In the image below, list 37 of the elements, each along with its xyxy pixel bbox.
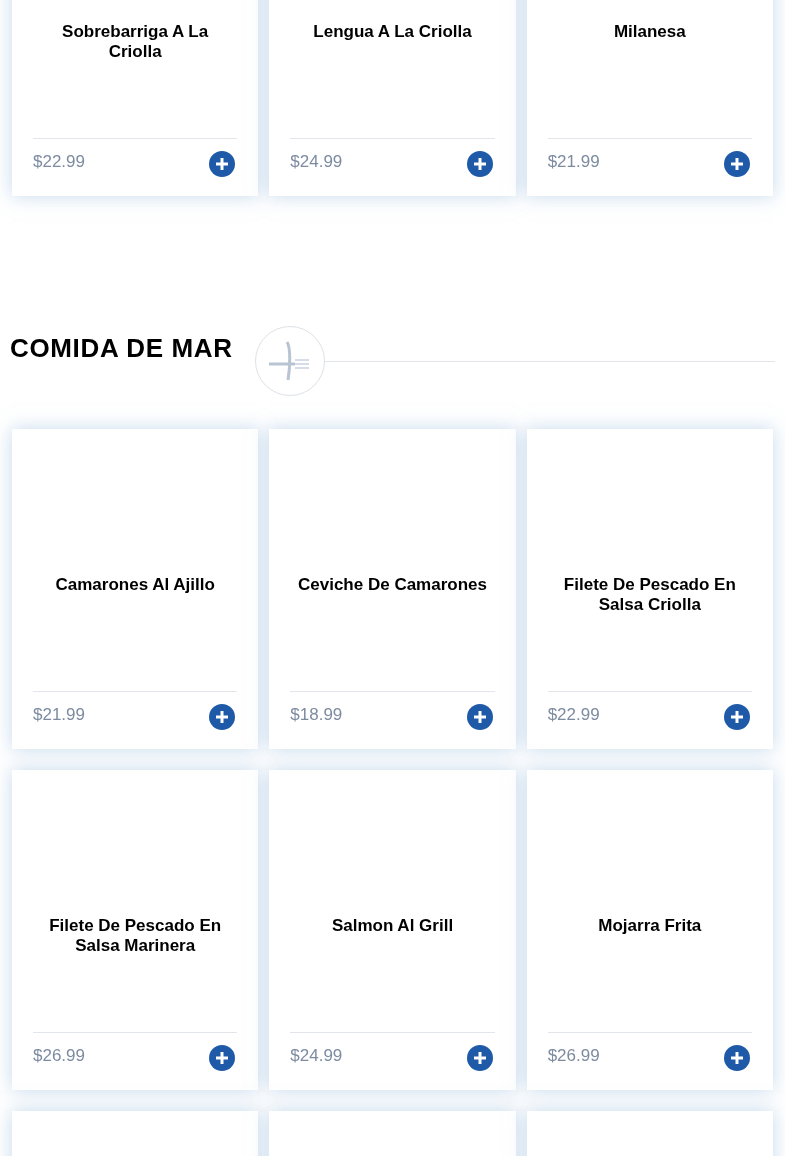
price: $22.99 bbox=[33, 151, 85, 173]
plus-icon bbox=[215, 710, 230, 724]
add-button[interactable] bbox=[209, 151, 236, 177]
plus-icon bbox=[730, 157, 744, 171]
add-button[interactable] bbox=[724, 704, 750, 730]
add-button[interactable] bbox=[209, 704, 236, 730]
price: $21.99 bbox=[547, 151, 600, 173]
dish-name: Filete De Pescado En Salsa Marinera bbox=[48, 916, 223, 956]
dish-name: Filete De Pescado En Salsa Criolla bbox=[562, 575, 737, 615]
add-button[interactable] bbox=[724, 1045, 750, 1071]
add-button[interactable] bbox=[466, 151, 493, 177]
dish-name: Mojarra Frita bbox=[597, 916, 703, 936]
price: $18.99 bbox=[290, 704, 343, 726]
price: $24.99 bbox=[290, 1045, 343, 1067]
add-button[interactable] bbox=[466, 704, 493, 730]
dish-name: Ceviche De Camarones bbox=[297, 575, 488, 595]
plus-icon bbox=[472, 710, 487, 724]
price: $22.99 bbox=[547, 704, 600, 726]
plus-icon bbox=[215, 1051, 230, 1065]
dish-name: Camarones Al Ajillo bbox=[54, 575, 216, 595]
plus-icon bbox=[472, 1051, 487, 1065]
section-title: COMIDA DE MAR bbox=[10, 331, 234, 365]
price: $26.99 bbox=[547, 1045, 600, 1067]
price: $24.99 bbox=[290, 151, 343, 173]
plus-icon bbox=[215, 157, 230, 171]
plus-icon bbox=[730, 1051, 744, 1065]
add-button[interactable] bbox=[724, 151, 750, 177]
plus-icon bbox=[730, 710, 744, 724]
add-button[interactable] bbox=[209, 1045, 236, 1071]
dish-name: Milanesa bbox=[612, 22, 687, 42]
price: $26.99 bbox=[33, 1045, 85, 1067]
plus-icon bbox=[472, 157, 487, 171]
add-button[interactable] bbox=[466, 1045, 493, 1071]
dish-name: Sobrebarriga A La Criolla bbox=[61, 22, 210, 62]
dish-name: Lengua A La Criolla bbox=[312, 22, 473, 42]
dish-name: Salmon Al Grill bbox=[330, 916, 455, 936]
price: $21.99 bbox=[33, 704, 85, 726]
